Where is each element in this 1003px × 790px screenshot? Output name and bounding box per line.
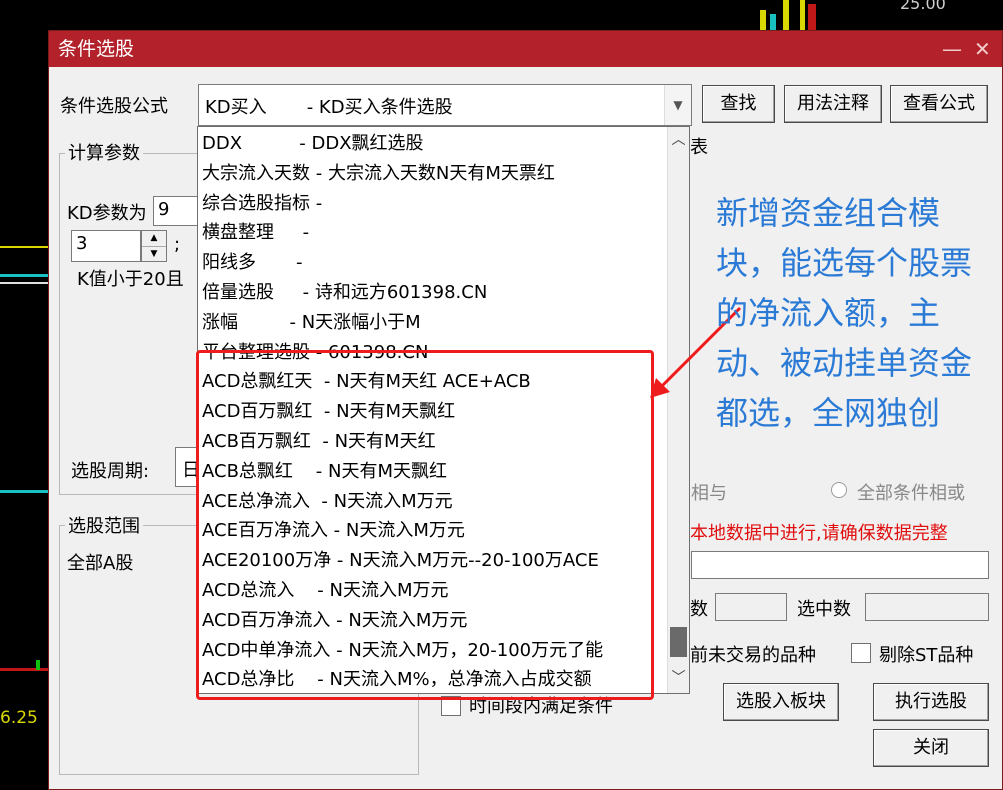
- chevron-down-icon[interactable]: ▼: [664, 85, 691, 125]
- dropdown-item[interactable]: 横盘整理 -: [202, 218, 309, 248]
- title-bar[interactable]: 条件选股 — ✕: [49, 31, 1002, 67]
- scroll-thumb[interactable]: [670, 627, 687, 657]
- condition-list-header: 表: [690, 137, 708, 158]
- kd-param-label: KD参数为: [67, 203, 147, 224]
- formula-select[interactable]: KD买入 - KD买入条件选股 ▼: [198, 84, 692, 126]
- formula-label: 条件选股公式: [60, 96, 168, 117]
- highlight-box: [196, 350, 654, 700]
- view-formula-button[interactable]: 查看公式: [890, 85, 988, 123]
- spin-input[interactable]: 3: [71, 230, 141, 262]
- exclude-suspended-label: 前未交易的品种: [690, 645, 816, 666]
- execute-selection-button[interactable]: 执行选股: [873, 683, 989, 721]
- scroll-down-icon[interactable]: ﹀: [668, 667, 689, 687]
- k-condition-text: K值小于20且: [77, 269, 184, 290]
- dropdown-item[interactable]: 阳线多 -: [202, 248, 303, 278]
- close-button[interactable]: 关闭: [873, 729, 989, 767]
- usage-notes-button[interactable]: 用法注释: [784, 85, 882, 123]
- period-label: 选股周期:: [71, 461, 150, 482]
- count-field: [715, 593, 787, 621]
- dialog-title: 条件选股: [58, 38, 135, 60]
- radio-and-label: 相与: [691, 483, 727, 504]
- range-value: 全部A股: [67, 553, 134, 574]
- price-label-right: 25.00: [900, 0, 946, 13]
- add-to-block-button[interactable]: 选股入板块: [723, 683, 839, 721]
- spin-colon: ;: [174, 234, 181, 255]
- selected-count-field: [865, 593, 989, 621]
- minimize-icon[interactable]: —: [942, 31, 962, 67]
- annotation-text: 新增资金组合模块，能选每个股票的净流入额，主动、被动挂单资金都选，全网独创: [716, 194, 973, 432]
- dropdown-item[interactable]: DDX - DDX飘红选股: [202, 129, 424, 159]
- close-icon[interactable]: ✕: [974, 31, 991, 67]
- radio-or-label: 全部条件相或: [857, 483, 965, 504]
- exclude-st-label: 剔除ST品种: [879, 645, 974, 666]
- price-label-left: 6.25: [0, 708, 38, 728]
- formula-select-value: KD买入 - KD买入条件选股: [205, 97, 453, 118]
- kd-param-input[interactable]: 9: [153, 196, 199, 226]
- range-title: 选股范围: [65, 512, 143, 538]
- spin-stepper[interactable]: ▲ ▼: [141, 230, 167, 262]
- warning-text: 本地数据中进行,请确保数据完整: [690, 523, 948, 544]
- dropdown-item[interactable]: 涨幅 - N天涨幅小于M: [202, 308, 421, 338]
- count-label: 数: [690, 599, 708, 620]
- dropdown-scrollbar[interactable]: ︿ ﹀: [667, 127, 689, 693]
- selected-count-label: 选中数: [797, 599, 851, 620]
- find-button[interactable]: 查找: [702, 85, 775, 123]
- dropdown-item[interactable]: 倍量选股 - 诗和远方601398.CN: [202, 278, 487, 308]
- radio-all-or[interactable]: [831, 482, 847, 498]
- calc-params-title: 计算参数: [65, 139, 143, 165]
- dropdown-item[interactable]: 大宗流入天数 - 大宗流入天数N天有M天票红: [202, 159, 555, 189]
- stepper-down-icon[interactable]: ▼: [142, 247, 166, 262]
- progress-field: [691, 551, 989, 579]
- stepper-up-icon[interactable]: ▲: [142, 231, 166, 247]
- scroll-up-icon[interactable]: ︿: [668, 129, 689, 149]
- exclude-st-checkbox[interactable]: [851, 643, 871, 663]
- dropdown-item[interactable]: 综合选股指标 -: [202, 189, 322, 219]
